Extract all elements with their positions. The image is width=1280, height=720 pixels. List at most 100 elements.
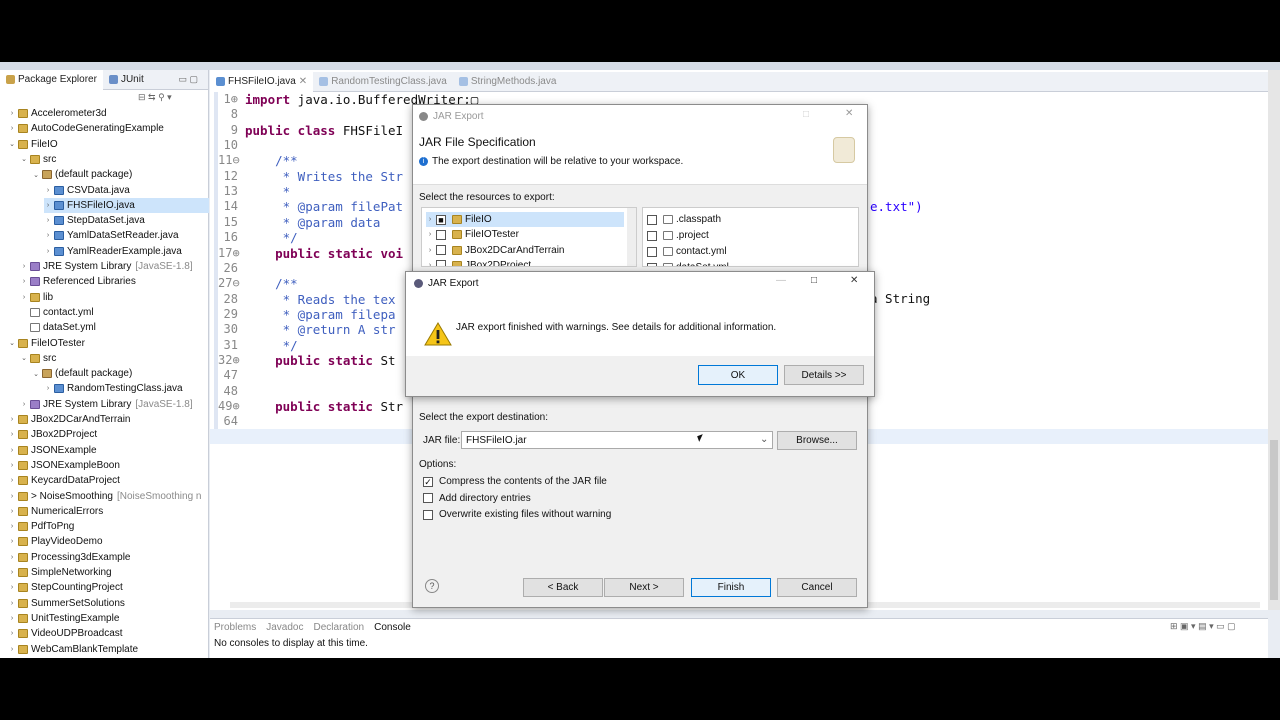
ok-button[interactable]: OK — [698, 365, 778, 385]
tree-item[interactable]: › StepCountingProject — [8, 580, 123, 595]
expand-toggle-icon[interactable]: › — [8, 615, 16, 622]
expand-toggle-icon[interactable]: ⌄ — [32, 370, 40, 378]
file-item[interactable]: dataSet.yml — [647, 260, 729, 266]
project-item[interactable]: › JBox2DProject — [426, 258, 531, 266]
project-item[interactable]: › FileIOTester — [426, 227, 519, 242]
console-toolbar-icons[interactable]: ⊞ ▣ ▾ ▤ ▾ ▭ ▢ — [1170, 621, 1236, 632]
tree-item[interactable]: › CSVData.java — [44, 183, 130, 198]
expand-toggle-icon[interactable]: › — [8, 125, 16, 132]
project-checkbox[interactable]: ■ — [436, 214, 446, 225]
tab-console[interactable]: Console — [374, 622, 411, 633]
tab-stringmethods[interactable]: StringMethods.java — [453, 72, 563, 92]
browse-button[interactable]: Browse... — [777, 431, 857, 450]
tree-item[interactable]: › JBox2DCarAndTerrain — [8, 412, 131, 427]
tree-item[interactable]: › Processing3dExample — [8, 550, 131, 565]
expand-toggle-icon[interactable]: › — [8, 493, 16, 500]
tree-item[interactable]: › UnitTestingExample — [8, 611, 120, 626]
back-button[interactable]: < Back — [523, 578, 603, 597]
tree-item[interactable]: › JRE System Library [JavaSE-1.8] — [20, 259, 193, 274]
tree-item[interactable]: › JSONExampleBoon — [8, 458, 120, 473]
expand-toggle-icon[interactable]: ⌄ — [20, 354, 28, 362]
expand-toggle-icon[interactable]: › — [8, 646, 16, 653]
tree-item[interactable]: ⌄ FileIO — [8, 137, 58, 152]
tree-item[interactable]: ⌄ (default package) — [32, 366, 132, 381]
expand-toggle-icon[interactable]: › — [20, 278, 28, 285]
tab-junit[interactable]: JUnit — [103, 70, 150, 90]
tree-item[interactable]: › JSONExample — [8, 443, 97, 458]
tree-item[interactable]: ⌄ src — [20, 152, 56, 167]
expand-toggle-icon[interactable]: › — [20, 401, 28, 408]
expand-toggle-icon[interactable]: › — [8, 600, 16, 607]
expand-toggle-icon[interactable]: › — [8, 447, 16, 454]
file-checkbox[interactable] — [647, 230, 657, 241]
expand-toggle-icon[interactable]: › — [44, 187, 52, 194]
scrollbar-thumb[interactable] — [1270, 440, 1278, 600]
finish-button[interactable]: Finish — [691, 578, 771, 597]
expand-toggle-icon[interactable]: › — [44, 385, 52, 392]
option-checkbox[interactable]: Overwrite existing files without warning — [423, 507, 611, 522]
file-checkbox[interactable] — [647, 262, 657, 266]
expand-toggle-icon[interactable]: › — [44, 202, 52, 209]
tree-item[interactable]: › PlayVideoDemo — [8, 534, 103, 549]
help-icon[interactable]: ? — [425, 579, 439, 593]
file-checkbox[interactable] — [647, 214, 657, 225]
expand-toggle-icon[interactable]: › — [8, 554, 16, 561]
maximize-icon[interactable]: □ — [803, 109, 809, 120]
tab-declaration[interactable]: Declaration — [314, 622, 365, 633]
expand-toggle-icon[interactable]: › — [8, 477, 16, 484]
tree-item[interactable]: ⌄ src — [20, 351, 56, 366]
expand-toggle-icon[interactable]: › — [8, 508, 16, 515]
tree-item[interactable]: › Accelerometer3d — [8, 106, 107, 121]
tree-item[interactable]: › JRE System Library [JavaSE-1.8] — [20, 397, 193, 412]
expand-toggle-icon[interactable]: ⌄ — [32, 171, 40, 179]
file-checkbox[interactable] — [647, 246, 657, 257]
expand-toggle-icon[interactable]: ⌄ — [8, 140, 16, 148]
expand-toggle-icon[interactable]: › — [20, 263, 28, 270]
project-checkbox[interactable] — [436, 260, 446, 266]
expand-toggle-icon[interactable]: › — [8, 538, 16, 545]
tab-javadoc[interactable]: Javadoc — [266, 622, 303, 633]
cancel-button[interactable]: Cancel — [777, 578, 857, 597]
maximize-icon[interactable]: □ — [811, 275, 817, 286]
expand-toggle-icon[interactable]: › — [44, 217, 52, 224]
tree-item[interactable]: › WebCamBlankTemplate — [8, 642, 138, 657]
expand-toggle-icon[interactable]: › — [426, 262, 434, 266]
tree-item[interactable]: › lib — [20, 290, 53, 305]
expand-toggle-icon[interactable]: › — [8, 110, 16, 117]
tab-problems[interactable]: Problems — [214, 622, 256, 633]
tree-item[interactable]: contact.yml — [20, 305, 94, 320]
jar-file-combo[interactable]: FHSFileIO.jar ⌄ — [461, 431, 773, 449]
minimize-icon[interactable]: — — [776, 275, 786, 286]
expand-toggle-icon[interactable]: ⌄ — [20, 155, 28, 163]
tree-item[interactable]: › VideoUDPBroadcast — [8, 626, 123, 641]
tree-item[interactable]: › FHSFileIO.java — [44, 197, 209, 213]
expand-toggle-icon[interactable]: › — [8, 523, 16, 530]
tree-item[interactable]: › NumericalErrors — [8, 504, 103, 519]
checkbox[interactable]: ✓ — [423, 476, 433, 487]
expand-toggle-icon[interactable]: › — [44, 248, 52, 255]
close-icon[interactable]: ✕ — [299, 76, 307, 87]
close-icon[interactable]: ✕ — [845, 108, 853, 119]
expand-toggle-icon[interactable]: › — [426, 231, 434, 238]
tab-randomtestingclass[interactable]: RandomTestingClass.java — [313, 72, 453, 92]
expand-toggle-icon[interactable]: › — [8, 416, 16, 423]
project-checkbox[interactable] — [436, 229, 446, 240]
tree-item[interactable]: ⌄ FileIOTester — [8, 336, 85, 351]
chevron-down-icon[interactable]: ⌄ — [760, 434, 768, 445]
details-button[interactable]: Details >> — [784, 365, 864, 385]
tree-item[interactable]: › PdfToPng — [8, 519, 75, 534]
project-item[interactable]: › ■ FileIO — [426, 212, 624, 227]
tree-item[interactable]: › Referenced Libraries — [20, 274, 136, 289]
expand-toggle-icon[interactable]: › — [8, 569, 16, 576]
expand-toggle-icon[interactable]: › — [44, 232, 52, 239]
file-item[interactable]: .project — [647, 228, 709, 243]
tree-item[interactable]: › KeycardDataProject — [8, 473, 120, 488]
tree-item[interactable]: › YamlReaderExample.java — [44, 244, 182, 259]
tree-item[interactable]: › > NoiseSmoothing [NoiseSmoothing n — [8, 489, 202, 504]
tree-item[interactable]: › JBox2DProject — [8, 427, 97, 442]
option-checkbox[interactable]: Add directory entries — [423, 491, 531, 506]
expand-toggle-icon[interactable]: › — [8, 630, 16, 637]
expand-toggle-icon[interactable]: ⌄ — [8, 339, 16, 347]
expand-toggle-icon[interactable]: › — [8, 431, 16, 438]
tree-item[interactable]: ⌄ (default package) — [32, 167, 132, 182]
